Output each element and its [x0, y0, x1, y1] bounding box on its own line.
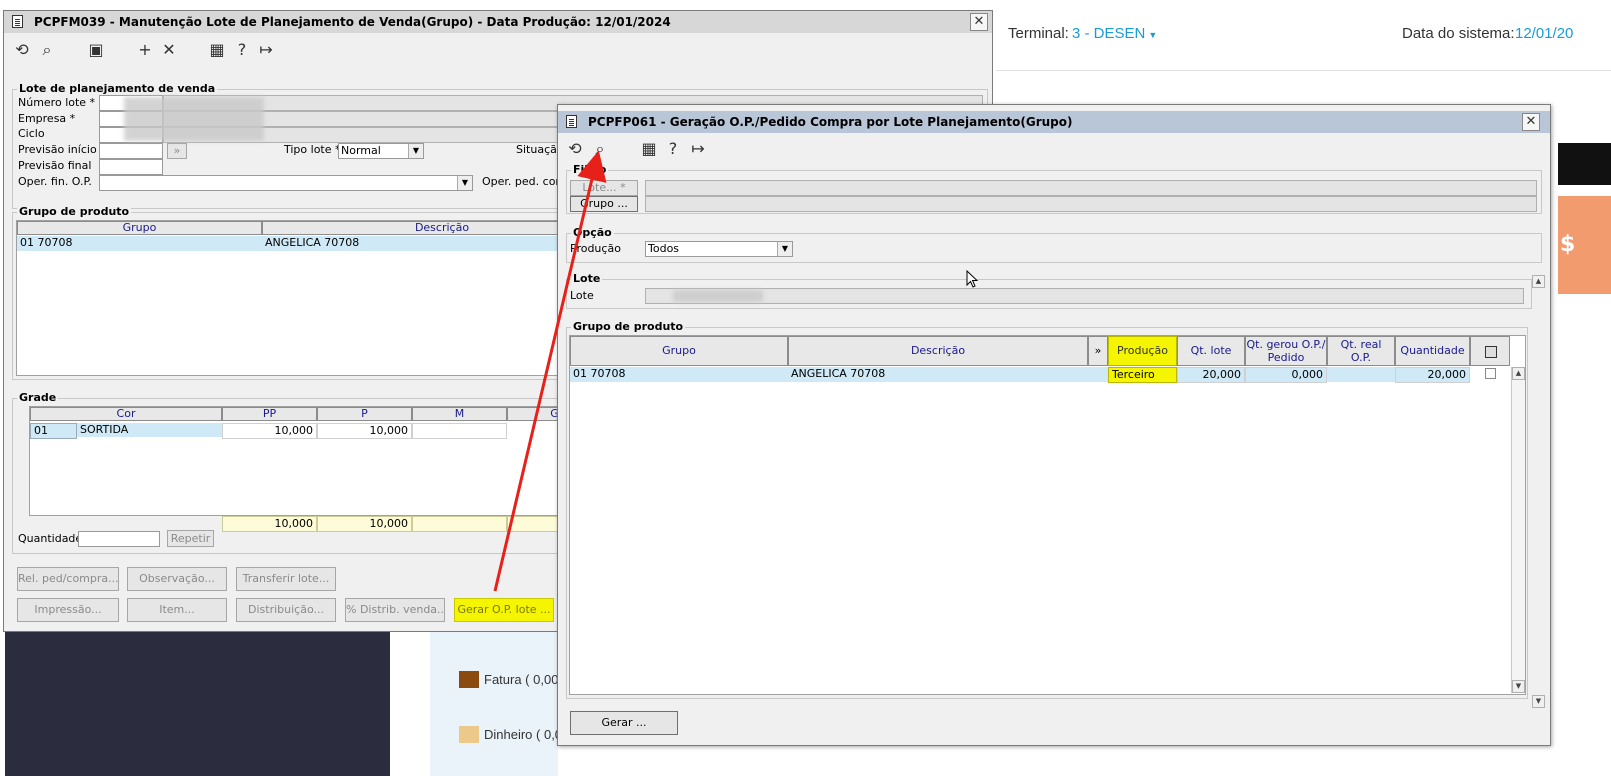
annotation-arrow	[493, 150, 607, 592]
